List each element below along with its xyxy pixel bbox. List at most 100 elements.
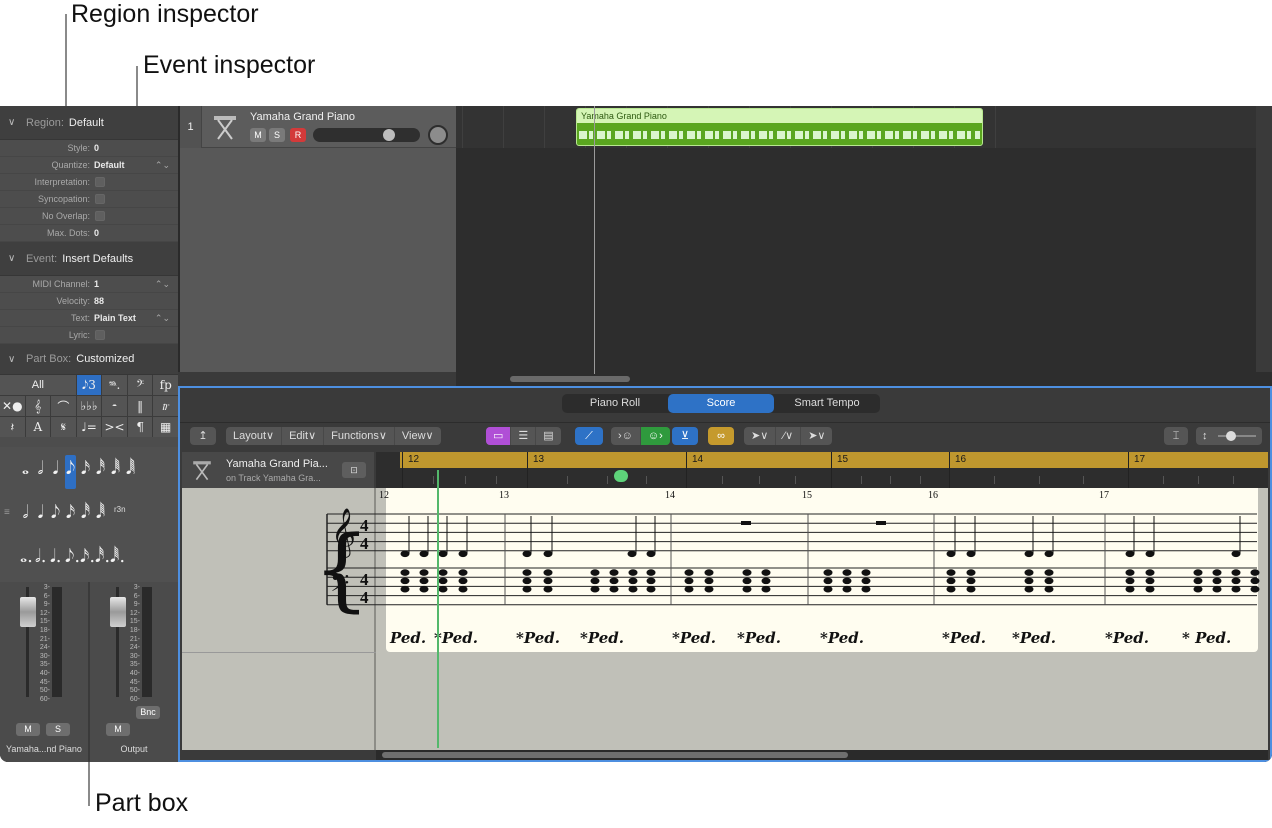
- clefs-icon[interactable]: 𝄞: [25, 396, 51, 416]
- tab-smart-tempo[interactable]: Smart Tempo: [774, 394, 880, 413]
- zoom-slider[interactable]: ↕: [1196, 427, 1262, 445]
- no-overlap-checkbox[interactable]: [95, 211, 105, 221]
- rest-icon[interactable]: 𝄽: [0, 417, 25, 437]
- volume-fader-handle[interactable]: [20, 597, 36, 627]
- region-inspector-header[interactable]: ∨ Region: Default: [0, 106, 178, 140]
- edit-menu[interactable]: Edit∨: [282, 427, 325, 445]
- pencil-tool-menu[interactable]: ⁄∨: [776, 427, 802, 445]
- track-record-button[interactable]: R: [290, 128, 306, 142]
- score-playhead[interactable]: [437, 470, 439, 748]
- tuplet-symbol[interactable]: r3n: [114, 505, 126, 533]
- functions-menu[interactable]: Functions∨: [324, 427, 395, 445]
- note-symbol[interactable]: 𝅝: [20, 455, 31, 489]
- track-mute-button[interactable]: M: [250, 128, 266, 142]
- pedal-icon[interactable]: 𝆮.: [102, 375, 127, 395]
- track-volume-slider[interactable]: [313, 128, 420, 142]
- note-symbol[interactable]: 𝅝.: [20, 543, 33, 577]
- mute-button[interactable]: M: [16, 723, 40, 736]
- link-button[interactable]: ∞: [708, 427, 734, 445]
- text-row[interactable]: Text: Plain Text ⌃⌄: [0, 310, 178, 327]
- dynamics-fp-icon[interactable]: fp: [153, 375, 178, 395]
- style-row[interactable]: Style: 0: [0, 140, 178, 157]
- midi-out-button[interactable]: ☺›: [640, 427, 670, 445]
- notes-triplet-icon[interactable]: 𝅘𝅥𝅮3: [76, 375, 102, 395]
- secondary-tool-menu[interactable]: ➤∨: [801, 427, 832, 445]
- track-solo-button[interactable]: S: [269, 128, 285, 142]
- note-symbol[interactable]: 𝅘𝅥𝅱.: [110, 543, 125, 577]
- score-canvas[interactable]: [376, 488, 1268, 750]
- segno-icon[interactable]: 𝄋: [51, 417, 76, 437]
- key-signature-icon[interactable]: ♭♭♭: [76, 396, 102, 416]
- playhead[interactable]: [594, 106, 595, 374]
- note-symbol[interactable]: 𝅘𝅥𝅯: [65, 499, 76, 533]
- max-dots-row[interactable]: Max. Dots: 0: [0, 225, 178, 242]
- midi-region[interactable]: Yamaha Grand Piano: [576, 108, 983, 146]
- track-name[interactable]: Yamaha Grand Piano: [250, 111, 355, 123]
- crescendo-icon[interactable]: ><: [102, 417, 127, 437]
- note-symbol[interactable]: 𝅘𝅥𝅮: [50, 499, 61, 533]
- volume-slider-knob[interactable]: [383, 129, 395, 141]
- chord-grid-icon[interactable]: ▦: [153, 417, 178, 437]
- pointer-tool-menu[interactable]: ➤∨: [744, 427, 777, 445]
- tab-score[interactable]: Score: [668, 394, 774, 413]
- track-header[interactable]: 1 Yamaha Grand Piano M S R: [180, 106, 458, 148]
- note-heads-icon[interactable]: ✕●: [0, 396, 25, 416]
- score-horizontal-scrollbar[interactable]: [376, 750, 1268, 760]
- mute-button[interactable]: M: [106, 723, 130, 736]
- bar-ruler[interactable]: 12 13 14 15 16 17: [376, 452, 1268, 488]
- note-symbol[interactable]: 𝅘𝅥𝅱: [95, 499, 106, 533]
- note-symbol[interactable]: 𝅗𝅥: [35, 455, 46, 489]
- part-box-all-button[interactable]: All: [0, 375, 76, 395]
- catch-button[interactable]: ⊻: [672, 427, 698, 445]
- tracks-vertical-scrollbar[interactable]: [1256, 106, 1272, 372]
- text-icon[interactable]: A: [25, 417, 51, 437]
- note-symbol[interactable]: 𝅗𝅥: [20, 499, 31, 533]
- note-symbol[interactable]: 𝅘𝅥𝅰: [80, 499, 91, 533]
- note-symbol[interactable]: 𝅘𝅥.: [50, 543, 61, 577]
- stepper-icon[interactable]: ⌃⌄: [155, 313, 170, 324]
- note-symbol[interactable]: 𝅘𝅥: [35, 499, 46, 533]
- note-symbol[interactable]: 𝅗𝅥.: [35, 543, 46, 577]
- scrollbar-thumb[interactable]: [382, 752, 848, 758]
- tempo-icon[interactable]: ♩=: [76, 417, 102, 437]
- part-box-header[interactable]: ∨ Part Box: Customized: [0, 344, 178, 375]
- page-view-button[interactable]: ☰: [511, 427, 537, 445]
- solo-button[interactable]: S: [46, 723, 70, 736]
- lyric-checkbox[interactable]: [95, 330, 105, 340]
- bounce-button[interactable]: Bnc: [136, 706, 160, 719]
- view-menu[interactable]: View∨: [395, 427, 441, 445]
- note-symbol[interactable]: 𝅘𝅥𝅱: [110, 455, 121, 489]
- event-inspector-header[interactable]: ∨ Event: Insert Defaults: [0, 242, 178, 276]
- tracks-horizontal-scrollbar[interactable]: [510, 376, 630, 382]
- playhead-marker[interactable]: [614, 470, 628, 482]
- stepper-icon[interactable]: ⌃⌄: [155, 160, 170, 171]
- interpretation-checkbox[interactable]: [95, 177, 105, 187]
- note-symbol[interactable]: 𝅘𝅥𝅮: [65, 455, 76, 489]
- score-page[interactable]: [386, 488, 1258, 652]
- print-view-button[interactable]: ▤: [536, 427, 560, 445]
- velocity-row[interactable]: Velocity: 88: [0, 293, 178, 310]
- note-symbol[interactable]: 𝅘𝅥𝅲: [125, 455, 136, 489]
- hierarchy-up-button[interactable]: ↥: [190, 427, 216, 445]
- fit-height-button[interactable]: ⌶: [1164, 427, 1188, 445]
- pilcrow-icon[interactable]: ¶: [127, 417, 153, 437]
- note-symbol[interactable]: 𝅘𝅥𝅯.: [80, 543, 95, 577]
- time-signature-icon[interactable]: 𝄼: [102, 396, 127, 416]
- note-symbol[interactable]: 𝅘𝅥𝅯: [80, 455, 91, 489]
- note-symbol[interactable]: 𝅘𝅥𝅰.: [95, 543, 110, 577]
- quantize-row[interactable]: Quantize: Default ⌃⌄: [0, 157, 178, 174]
- note-symbol[interactable]: 𝅘𝅥: [50, 455, 61, 489]
- midi-channel-row[interactable]: MIDI Channel: 1 ⌃⌄: [0, 276, 178, 293]
- slur-icon[interactable]: ⌒: [51, 396, 76, 416]
- region-collapse-button[interactable]: ⊡: [342, 462, 366, 478]
- score-track-header[interactable]: Yamaha Grand Pia... on Track Yamaha Gra.…: [182, 452, 374, 488]
- stepper-icon[interactable]: ⌃⌄: [155, 279, 170, 290]
- layout-menu[interactable]: Layout∨: [226, 427, 283, 445]
- bass-clef-icon[interactable]: 𝄢: [127, 375, 153, 395]
- pan-knob[interactable]: [428, 125, 448, 145]
- tab-piano-roll[interactable]: Piano Roll: [562, 394, 668, 413]
- note-symbol[interactable]: 𝅘𝅥𝅰: [95, 455, 106, 489]
- volume-fader-handle[interactable]: [110, 597, 126, 627]
- midi-thru-button[interactable]: ›☺: [611, 427, 641, 445]
- barlines-icon[interactable]: ‖: [127, 396, 153, 416]
